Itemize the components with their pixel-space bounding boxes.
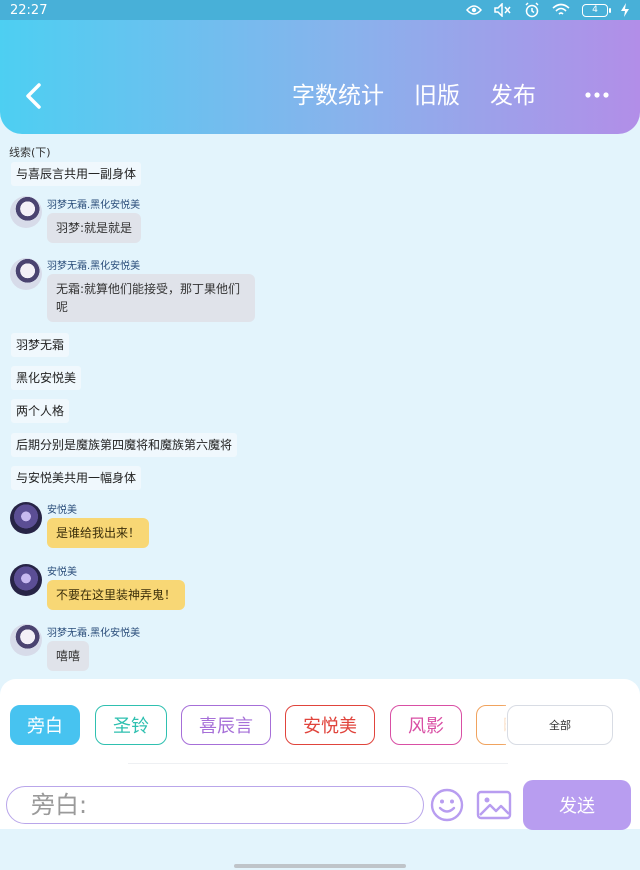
character-chip[interactable]: 圣铃	[95, 705, 167, 745]
character-chip-narrator[interactable]: 旁白	[10, 705, 80, 745]
publish-button[interactable]: 发布	[490, 82, 536, 110]
message-bubble[interactable]: 不要在这里装神弄鬼！	[47, 580, 186, 610]
wifi-icon	[552, 3, 570, 15]
emoji-icon[interactable]	[430, 788, 464, 822]
sender-name: 羽梦无霜.黑化安悦美	[47, 628, 141, 639]
character-chip[interactable]: 喜辰言	[181, 705, 271, 745]
avatar[interactable]	[10, 502, 42, 534]
character-chip[interactable]: 晴	[476, 705, 506, 745]
battery-level: 4	[592, 5, 598, 15]
alarm-icon	[525, 2, 539, 18]
charging-icon	[621, 3, 629, 17]
back-icon[interactable]	[20, 80, 48, 112]
status-bar: 22:27 4	[0, 0, 640, 20]
word-count-button[interactable]: 字数统计	[292, 82, 384, 110]
header-bar: 字数统计 旧版 发布	[0, 20, 640, 134]
status-icons: 4	[466, 2, 630, 18]
send-button[interactable]: 发送	[523, 780, 631, 830]
message-input[interactable]	[6, 786, 424, 824]
divider	[128, 763, 508, 764]
message-text-line: 呢	[56, 300, 69, 314]
eye-icon	[466, 5, 482, 15]
home-indicator	[234, 864, 406, 868]
narration-line[interactable]: 两个人格	[11, 399, 70, 423]
sender-name: 安悦美	[47, 567, 77, 578]
message-bubble[interactable]: 羽梦:就是就是	[47, 213, 142, 243]
narration-line[interactable]: 与喜辰言共用一副身体	[11, 162, 142, 186]
mute-icon	[494, 3, 511, 17]
character-chip[interactable]: 安悦美	[285, 705, 375, 745]
avatar[interactable]	[10, 564, 42, 596]
character-selector: 旁白 圣铃 喜辰言 安悦美 风影 晴	[10, 705, 506, 747]
sender-name: 安悦美	[47, 505, 77, 516]
more-icon[interactable]	[584, 90, 612, 100]
avatar[interactable]	[10, 196, 42, 228]
message-bubble[interactable]: 嘻嘻	[47, 641, 90, 671]
narration-line[interactable]: 与安悦美共用一幅身体	[11, 466, 142, 490]
avatar[interactable]	[10, 258, 42, 290]
sender-name: 羽梦无霜.黑化安悦美	[47, 261, 141, 272]
old-version-button[interactable]: 旧版	[414, 82, 460, 110]
sender-name: 羽梦无霜.黑化安悦美	[47, 200, 141, 211]
narration-line[interactable]: 后期分别是魔族第四魔将和魔族第六魔将	[11, 433, 238, 457]
message-bubble[interactable]: 是谁给我出来！	[47, 518, 150, 548]
narration-line[interactable]: 羽梦无霜	[11, 333, 70, 357]
narration-line[interactable]: 黑化安悦美	[11, 366, 82, 390]
avatar[interactable]	[10, 624, 42, 656]
status-time: 22:27	[10, 2, 48, 18]
header-actions: 字数统计 旧版 发布	[292, 82, 536, 110]
image-icon[interactable]	[476, 790, 512, 820]
message-bubble[interactable]: 无霜:就算他们能接受，那丁果他们 呢	[47, 274, 255, 322]
chapter-title: 线索(下)	[9, 146, 51, 159]
chat-area[interactable]: 线索(下) 与喜辰言共用一副身体 羽梦无霜.黑化安悦美 羽梦:就是就是 羽梦无霜…	[0, 134, 640, 679]
all-characters-button[interactable]: 全部	[507, 705, 613, 745]
battery-icon: 4	[582, 3, 611, 17]
character-chip[interactable]: 风影	[390, 705, 462, 745]
message-text-line: 无霜:就算他们能接受，那丁果他们	[56, 282, 241, 296]
